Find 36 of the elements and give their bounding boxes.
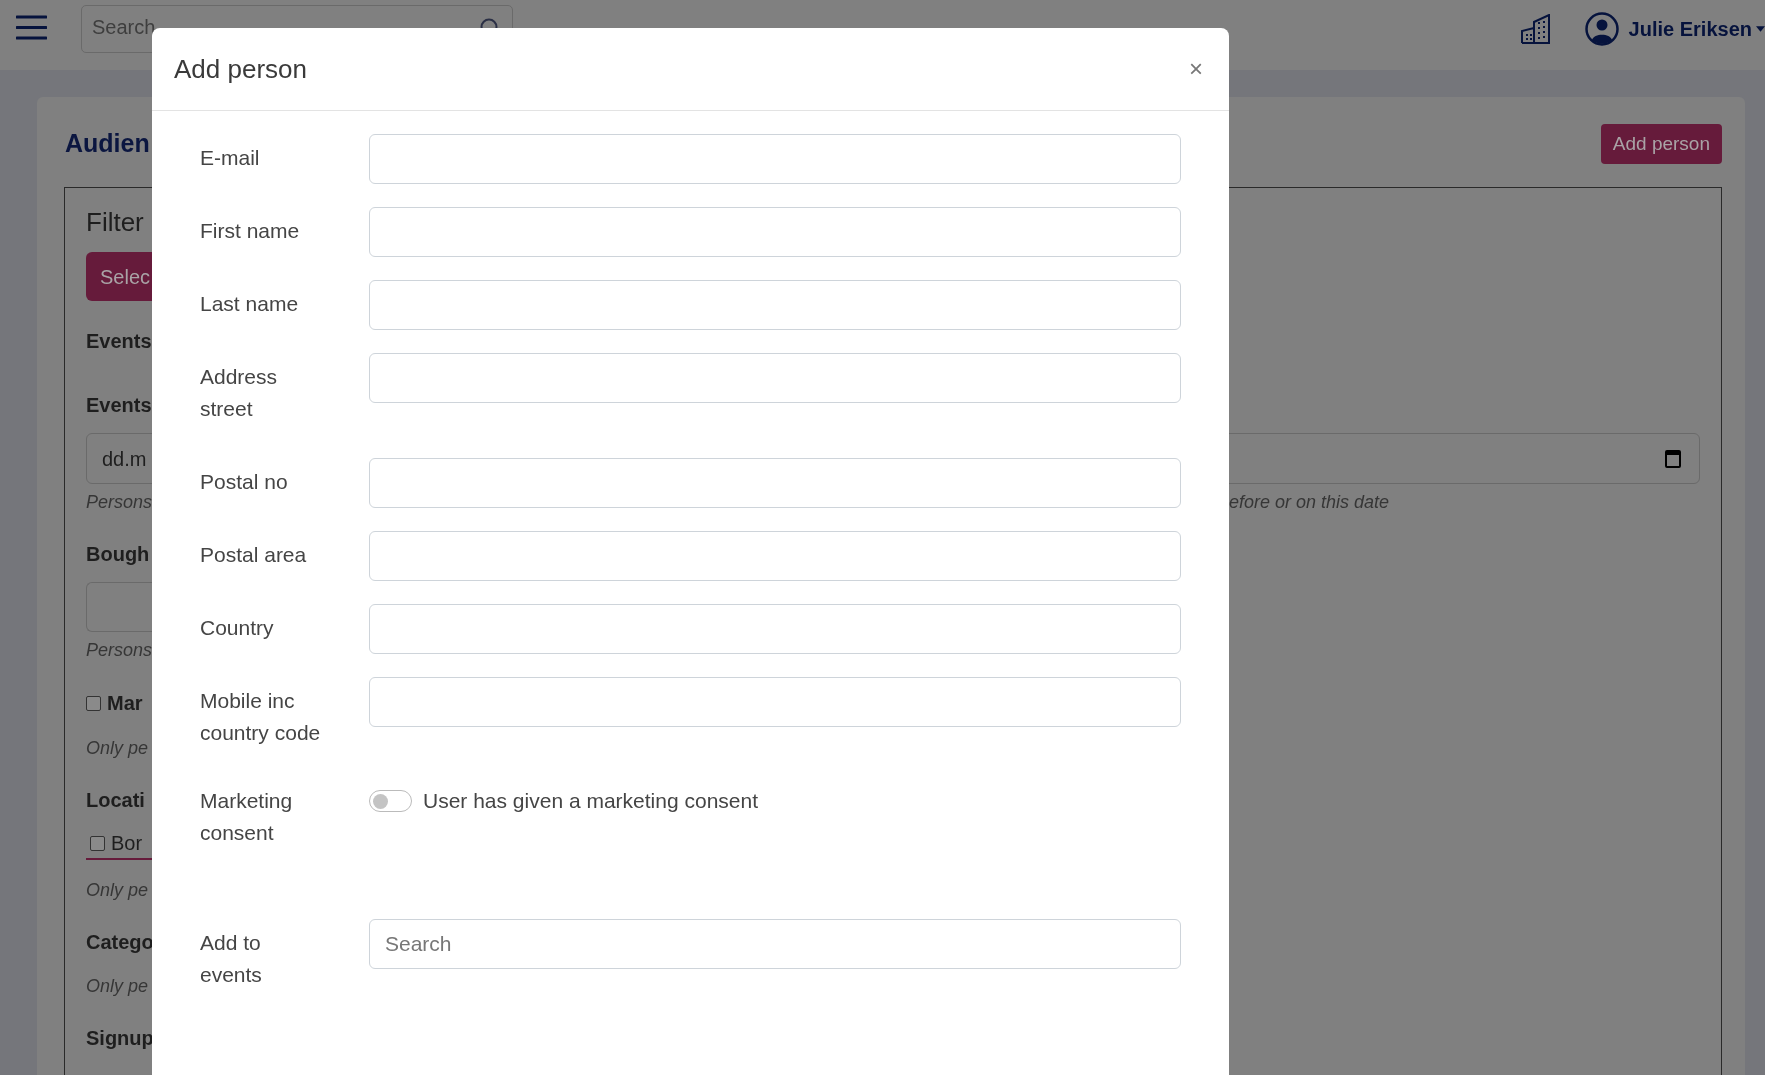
building-icon[interactable] [1520,14,1551,44]
checkbox-option[interactable]: Mar [86,688,152,718]
help-text: efore or on this date [1229,491,1390,514]
filter-heading: Filter [86,206,145,239]
toggle-switch[interactable] [369,790,412,812]
field-label: Postal no [199,469,289,495]
section-label: Bough [86,542,151,567]
search-field[interactable]: Search [369,919,1181,969]
help-text: Only pe [86,879,150,902]
caret-icon [1756,26,1765,32]
toggle-label: User has given a marketing consent [423,788,758,815]
field-label: Marketing consent [199,788,294,846]
section-label: Locati [86,788,146,813]
field-label: Address street [199,364,279,422]
help-text: Only pe [86,975,150,998]
field-label: E-mail [199,145,261,171]
section-label: Events [86,393,152,418]
user-avatar-icon[interactable] [1584,12,1619,46]
field-label: Postal area [199,542,308,568]
field-label: Country [199,615,275,641]
close-button[interactable]: × [1185,57,1207,81]
select-button[interactable]: Selec [86,252,152,301]
field-label: Mobile inc country code [199,688,322,746]
help-text: Persons [86,639,152,662]
calendar-icon[interactable] [1665,449,1681,468]
modal-title: Add person [174,52,307,86]
user-menu[interactable]: Julie Eriksen [1628,14,1765,44]
help-text: Only pe [86,737,150,760]
help-text: Persons [86,491,152,514]
field-label: Add to events [199,930,263,988]
field-label: Last name [199,291,300,317]
menu-icon[interactable] [16,15,47,40]
add-person-button[interactable]: Add person [1600,124,1722,164]
page-title: Audien [65,128,150,160]
section-label: Events [86,329,152,354]
field-label: First name [199,218,301,244]
